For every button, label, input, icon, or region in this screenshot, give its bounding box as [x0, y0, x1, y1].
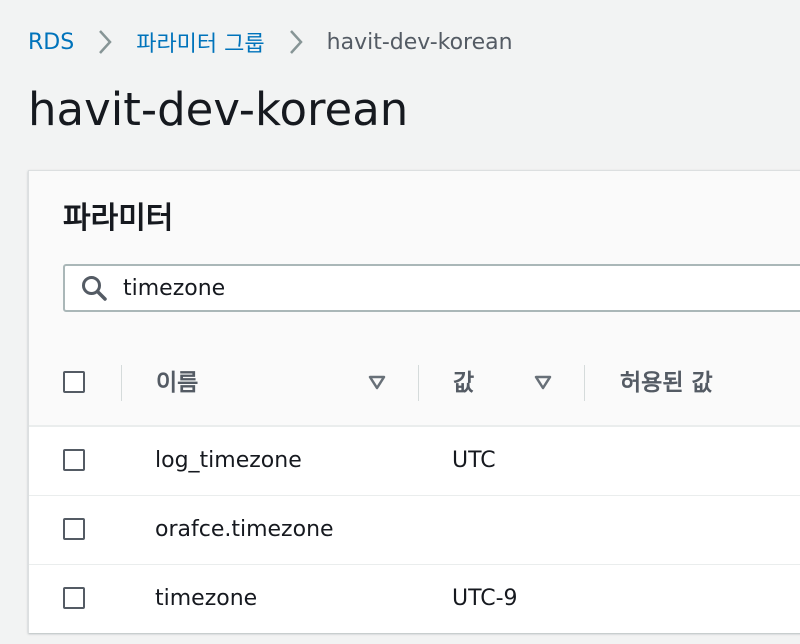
column-header-allowed-values[interactable]: 허용된 값 — [620, 341, 713, 425]
panel-title: 파라미터 — [63, 201, 174, 236]
parameter-value: UTC — [452, 448, 496, 473]
parameter-name: log_timezone — [155, 448, 302, 473]
sort-down-icon[interactable] — [534, 375, 552, 391]
sort-down-icon[interactable] — [368, 375, 386, 391]
breadcrumb-current: havit-dev-korean — [326, 29, 513, 55]
column-divider — [418, 365, 419, 401]
table-row[interactable]: timezone UTC-9 — [29, 565, 800, 633]
breadcrumb-rds-link[interactable]: RDS — [28, 30, 74, 55]
parameters-panel: 파라미터 이름 값 허용된 값 log_timezone UTC — [28, 170, 800, 633]
search-box — [63, 264, 800, 312]
column-divider — [584, 365, 585, 401]
panel-header: 파라미터 — [29, 171, 800, 342]
row-checkbox[interactable] — [63, 518, 85, 540]
chevron-right-icon — [265, 26, 327, 58]
breadcrumb: RDS 파라미터 그룹 havit-dev-korean — [28, 26, 513, 58]
row-checkbox[interactable] — [63, 587, 85, 609]
parameter-name: orafce.timezone — [155, 517, 334, 542]
table-header: 이름 값 허용된 값 — [29, 341, 800, 427]
parameter-value: UTC-9 — [452, 586, 518, 611]
column-header-value[interactable]: 값 — [453, 341, 474, 425]
search-icon — [81, 275, 107, 301]
row-checkbox[interactable] — [63, 449, 85, 471]
search-input[interactable] — [123, 275, 723, 301]
page-title: havit-dev-korean — [28, 83, 409, 136]
select-all-checkbox[interactable] — [63, 371, 85, 393]
column-header-name[interactable]: 이름 — [156, 341, 198, 425]
table-row[interactable]: log_timezone UTC — [29, 427, 800, 496]
parameter-name: timezone — [155, 586, 258, 611]
table-row[interactable]: orafce.timezone — [29, 496, 800, 565]
chevron-right-icon — [74, 26, 136, 58]
breadcrumb-parameter-groups-link[interactable]: 파라미터 그룹 — [136, 26, 264, 58]
column-divider — [121, 365, 122, 401]
